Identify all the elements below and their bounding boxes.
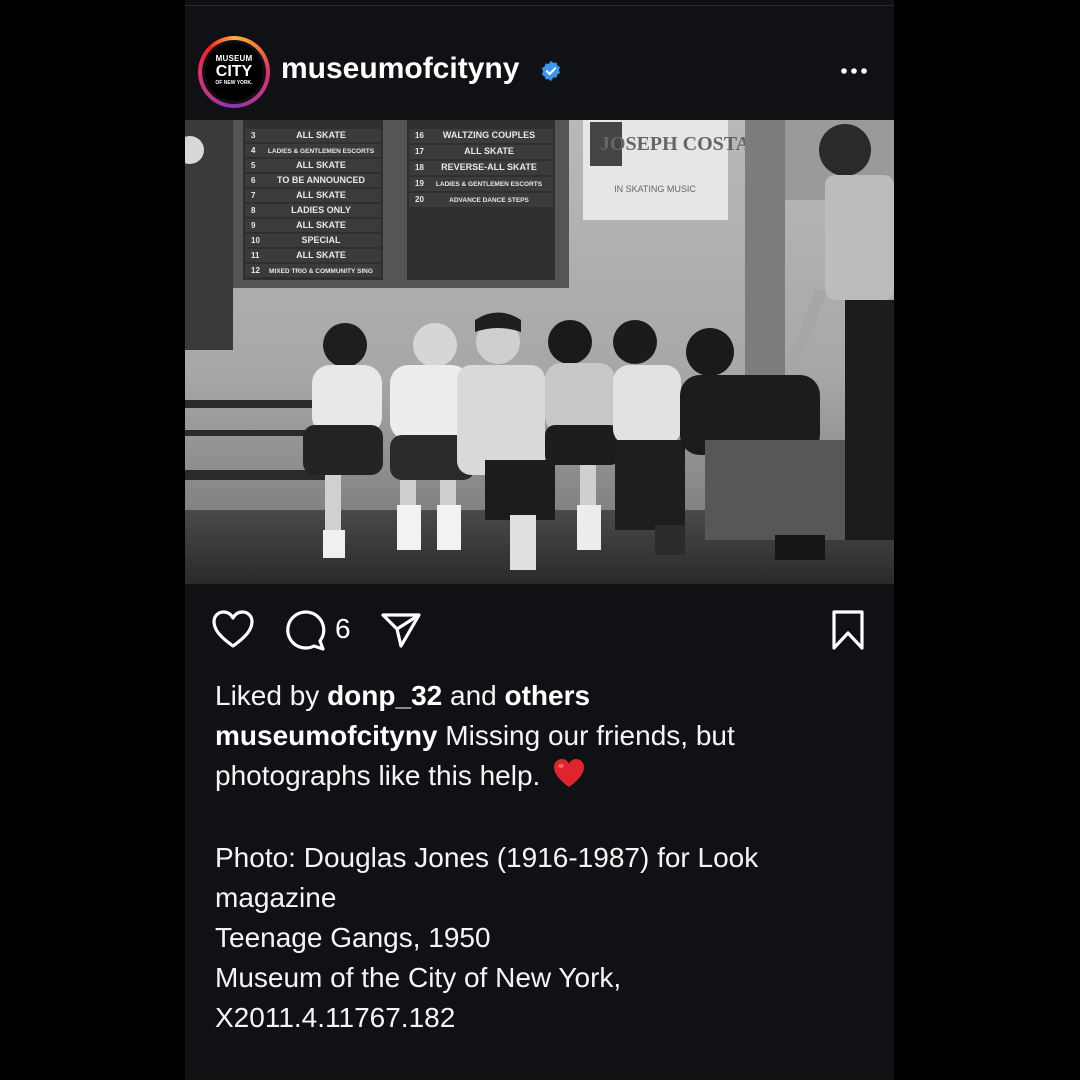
schedule-row-number: 3 [251, 131, 256, 140]
bookmark-icon[interactable] [830, 609, 866, 651]
liked-others[interactable]: others [505, 680, 591, 711]
schedule-row-number: 10 [251, 236, 260, 245]
more-options-icon[interactable] [839, 61, 869, 81]
caption-username[interactable]: museumofcityny [215, 720, 438, 751]
liked-and: and [450, 680, 497, 711]
schedule-row-label: ALL SKATE [296, 160, 346, 170]
schedule-row-label: ALL SKATE [296, 130, 346, 140]
credit-line-4: Museum of the City of New York, [215, 962, 622, 993]
red-heart-emoji-icon [554, 759, 585, 787]
schedule-row-label: ALL SKATE [296, 220, 346, 230]
photo-illustration: 3 ALL SKATE 4 LADIES & GENTLEMEN ESCORTS 5 AL… [185, 120, 894, 584]
avatar[interactable]: MUSEUM CITY OF NEW YORK. [198, 36, 270, 108]
post-photo[interactable]: 3 ALL SKATE 4 LADIES & GENTLEMEN ESCORTS 5 AL… [185, 120, 894, 584]
schedule-row-label: TO BE ANNOUNCED [277, 175, 366, 185]
avatar-logo-line2: CITY [215, 63, 253, 80]
schedule-row-label: WALTZING COUPLES [443, 130, 535, 140]
schedule-row-number: 20 [415, 195, 424, 204]
comment-count[interactable]: 6 [335, 613, 351, 645]
poster-sub: IN SKATING MUSIC [614, 184, 696, 194]
caption-text-1: Missing our friends, but [445, 720, 735, 751]
schedule-row-number: 5 [251, 161, 256, 170]
post-header: MUSEUM CITY OF NEW YORK. museumofcityny [185, 32, 894, 112]
schedule-row-label: ALL SKATE [464, 146, 514, 156]
verified-badge-icon [541, 60, 561, 82]
credit-line-2: magazine [215, 882, 337, 913]
schedule-row-number: 18 [415, 163, 424, 172]
avatar-gap: MUSEUM CITY OF NEW YORK. [202, 40, 266, 104]
schedule-row-number: 19 [415, 179, 424, 188]
schedule-row-number: 4 [251, 146, 256, 155]
schedule-row-label: LADIES & GENTLEMEN ESCORTS [436, 181, 543, 188]
credit-line-1: Photo: Douglas Jones (1916-1987) for Loo… [215, 842, 759, 873]
schedule-row-label: REVERSE-ALL SKATE [441, 162, 537, 172]
schedule-row-number: 9 [251, 221, 256, 230]
share-icon[interactable] [380, 611, 422, 649]
credit-line-5: X2011.4.11767.182 [215, 1002, 456, 1033]
liked-user[interactable]: donp_32 [327, 680, 442, 711]
caption-line-2: photographs like this help. [215, 756, 875, 796]
schedule-row-number: 6 [251, 176, 256, 185]
username[interactable]: museumofcityny [281, 52, 519, 86]
avatar-logo-line1: MUSEUM [215, 54, 253, 63]
schedule-row-label: ADVANCE DANCE STEPS [449, 197, 529, 204]
schedule-row-number: 7 [251, 191, 256, 200]
likes-line: Liked by donp_32 and others [215, 676, 875, 716]
avatar-logo: MUSEUM CITY OF NEW YORK. [205, 43, 263, 101]
schedule-row-label: SPECIAL [301, 235, 341, 245]
schedule-row-number: 8 [251, 206, 256, 215]
schedule-row-label: ALL SKATE [296, 190, 346, 200]
schedule-row-number: 16 [415, 131, 424, 140]
schedule-row-label: ALL SKATE [296, 250, 346, 260]
schedule-row-number: 12 [251, 266, 260, 275]
post-panel: MUSEUM CITY OF NEW YORK. museumofcityny [185, 0, 894, 1080]
comment-icon[interactable] [284, 610, 326, 652]
schedule-row-label: LADIES & GENTLEMEN ESCORTS [268, 148, 375, 155]
costa-poster: JOSEPH COSTA IN SKATING MUSIC [583, 120, 751, 220]
poster-title: JOSEPH COSTA [600, 133, 751, 155]
schedule-row-number: 17 [415, 147, 424, 156]
post-caption: Liked by donp_32 and others museumofcity… [215, 676, 875, 1038]
schedule-board-left: 3 ALL SKATE 4 LADIES & GENTLEMEN ESCORTS 5 AL… [243, 120, 383, 280]
schedule-board-right: 16 WALTZING COUPLES 17 ALL SKATE 18 REVERSE-A… [407, 120, 555, 280]
avatar-logo-line3: OF NEW YORK. [215, 80, 253, 86]
divider [185, 5, 894, 6]
caption-text-2: photographs like this help. [215, 760, 541, 791]
like-heart-icon[interactable] [211, 609, 255, 649]
credit-line-3: Teenage Gangs, 1950 [215, 922, 491, 953]
action-bar: 6 [185, 605, 894, 655]
schedule-row-label: MIXED TRIO & COMMUNITY SING [269, 268, 373, 275]
caption-line-1: museumofcityny Missing our friends, but [215, 716, 875, 756]
liked-prefix: Liked by [215, 680, 320, 711]
schedule-row-number: 11 [251, 251, 260, 260]
schedule-row-label: LADIES ONLY [291, 205, 351, 215]
